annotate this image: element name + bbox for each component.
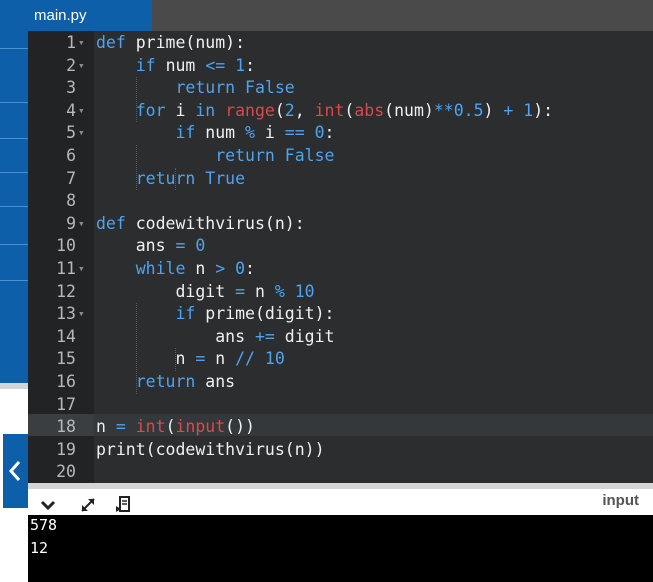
indent-guide [175,167,177,191]
code-line[interactable]: 18 n = int(input()) [28,416,653,439]
code-text: digit = n % 10 [175,281,315,301]
code-line[interactable]: 13 ▾ if prime(digit): [28,303,653,326]
indent-guide [135,145,137,191]
console-toolbar: input [28,483,653,515]
tab-main-py[interactable]: main.py [28,0,152,31]
code-text: for i in range(2, int(abs(num)**0.5) + 1… [135,100,554,120]
sidebar-divider [0,206,28,207]
code-text: ans += digit [215,326,335,346]
console-output: 578 12 [28,515,653,582]
line-number: 20 [56,462,76,482]
code-line[interactable]: 20 [28,461,653,483]
fold-toggle-icon[interactable]: ▾ [78,100,88,123]
expand-arrows-icon[interactable] [78,495,98,515]
code-text: return True [135,168,246,188]
output-line: 12 [30,539,49,557]
code-text: return False [175,78,295,98]
indent-guide [175,348,177,371]
sidebar-divider [0,172,28,173]
code-text: while n > 0: [135,259,255,278]
indent-guide [135,303,137,394]
fold-toggle-icon[interactable]: ▾ [78,32,88,55]
code-line[interactable]: 17 [28,394,653,417]
line-number: 8 [66,191,76,211]
fold-toggle-icon[interactable]: ▾ [78,258,88,281]
code-line[interactable]: 15 n = n // 10 [28,348,653,371]
sidebar-separator [0,383,28,389]
code-line[interactable]: 3 return False [28,77,653,100]
code-line[interactable]: 7 return True [28,168,653,191]
line-number: 18 [56,417,76,437]
code-line[interactable]: 4 ▾ for i in range(2, int(abs(num)**0.5) … [28,100,653,123]
code-line[interactable]: 12 digit = n % 10 [28,281,653,304]
back-button[interactable] [3,434,28,508]
code-line[interactable]: 11 ▾ while n > 0: [28,258,653,281]
sidebar-divider [0,138,28,139]
fold-toggle-icon[interactable]: ▾ [78,122,88,145]
code-text: n = int(input()) [96,417,255,437]
line-number: 14 [56,326,76,346]
code-line[interactable]: 1 ▾ def prime(num): [28,32,653,55]
line-number: 6 [66,146,76,165]
code-text: return ans [135,372,236,391]
sidebar-divider [0,244,28,245]
code-line[interactable]: 5 ▾ if num % i == 0: [28,122,653,145]
line-number: 5 [66,123,76,143]
code-line[interactable]: 9 ▾ def codewithvirus(n): [28,213,653,236]
sidebar-divider [0,280,28,281]
code-text: ans = 0 [135,236,206,256]
code-line[interactable]: 2 ▾ if num <= 1: [28,55,653,78]
code-text: if num % i == 0: [175,123,335,143]
line-number: 11 [56,259,76,278]
code-text: n = n // 10 [175,349,285,369]
line-number: 2 [66,55,76,75]
line-number: 1 [66,33,76,52]
code-text: def codewithvirus(n): [96,213,305,233]
tab-bar: main.py [28,0,653,31]
chevron-left-icon [8,461,21,481]
code-text: if num <= 1: [135,55,255,75]
fold-toggle-icon[interactable]: ▾ [78,55,88,78]
line-number: 9 [66,213,76,233]
code-text: return False [215,146,335,165]
code-line[interactable]: 8 [28,190,653,213]
line-number: 13 [56,304,76,324]
code-line[interactable]: 14 ans += digit [28,326,653,349]
sidebar-strip [0,0,28,383]
code-text: print(codewithvirus(n)) [96,439,325,459]
clear-console-icon[interactable] [114,495,134,515]
sidebar-divider [0,102,28,103]
line-number: 16 [56,372,76,391]
fold-toggle-icon[interactable]: ▾ [78,213,88,236]
indent-guide [135,77,137,123]
chevron-down-icon[interactable] [38,495,58,515]
code-text: def prime(num): [96,33,246,52]
line-number: 4 [66,100,76,120]
code-line[interactable]: 6 return False [28,145,653,168]
left-panel [0,0,28,582]
line-number: 7 [66,168,76,188]
input-toggle[interactable]: input [602,492,639,509]
line-number: 3 [66,78,76,98]
code-text: if prime(digit): [175,304,335,324]
line-number: 19 [56,439,76,459]
line-number: 15 [56,349,76,369]
code-line[interactable]: 10 ans = 0 [28,235,653,258]
line-number: 17 [56,394,76,414]
sidebar-divider [0,48,28,49]
output-line: 578 [30,516,58,534]
line-number: 10 [56,236,76,256]
code-line[interactable]: 16 return ans [28,371,653,394]
line-number: 12 [56,281,76,301]
fold-toggle-icon[interactable]: ▾ [78,303,88,326]
code-line[interactable]: 19 print(codewithvirus(n)) [28,439,653,462]
code-editor[interactable]: 1 ▾ def prime(num): 2 ▾ if num <= 1: 3 return… [28,31,653,483]
